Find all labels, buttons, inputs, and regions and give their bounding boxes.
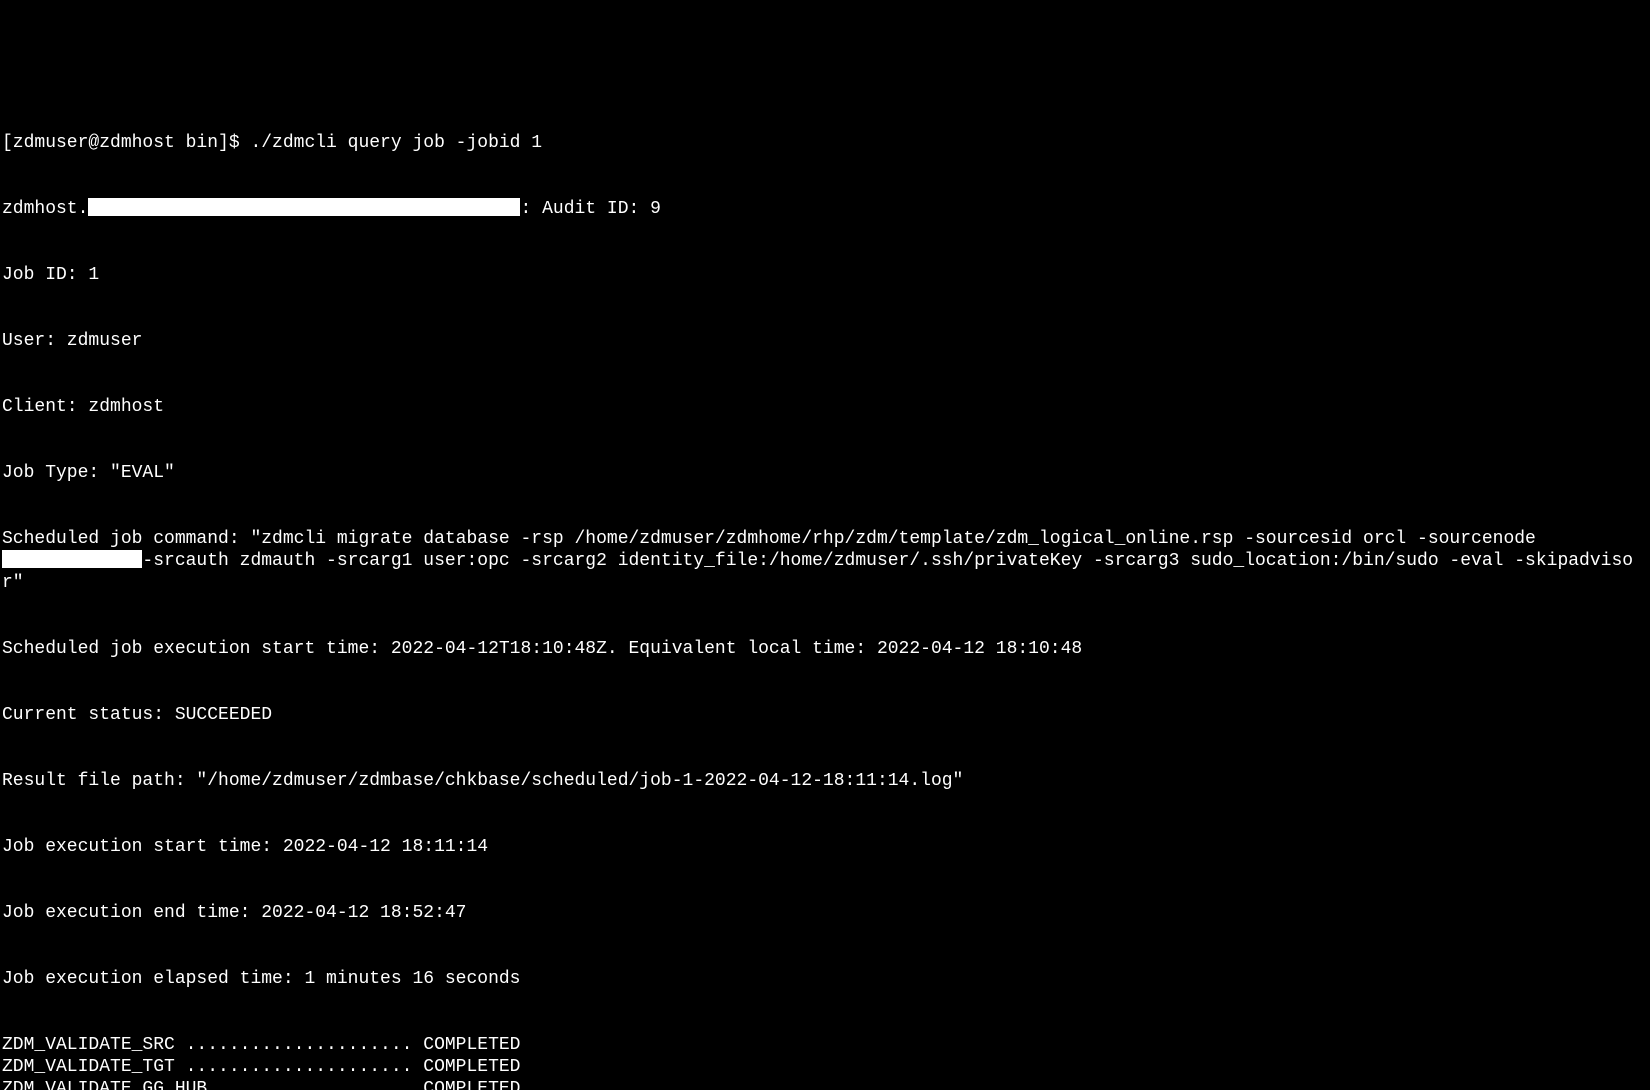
steps-list: ZDM_VALIDATE_SRC ..................... C… [2, 1034, 1648, 1090]
status-line: Current status: SUCCEEDED [2, 704, 1648, 726]
host-audit-line: zdmhost. : Audit ID: 9 [2, 198, 1648, 220]
scheduled-start-line: Scheduled job execution start time: 2022… [2, 638, 1648, 660]
redacted-sourcenode [2, 550, 142, 568]
exec-start-line: Job execution start time: 2022-04-12 18:… [2, 836, 1648, 858]
step-line: ZDM_VALIDATE_SRC ..................... C… [2, 1034, 1648, 1056]
audit-id: : Audit ID: 9 [520, 199, 660, 219]
job-type-line: Job Type: "EVAL" [2, 462, 1648, 484]
terminal-output: [zdmuser@zdmhost bin]$ ./zdmcli query jo… [2, 88, 1648, 1090]
scheduled-command-prefix: Scheduled job command: "zdmcli migrate d… [2, 529, 1547, 549]
scheduled-command-suffix: -srcauth zdmauth -srcarg1 user:opc -srca… [2, 551, 1633, 593]
client-line: Client: zdmhost [2, 396, 1648, 418]
step-line: ZDM_VALIDATE_GG_HUB .................. C… [2, 1078, 1648, 1090]
step-line: ZDM_VALIDATE_TGT ..................... C… [2, 1056, 1648, 1078]
command-line: [zdmuser@zdmhost bin]$ ./zdmcli query jo… [2, 132, 1648, 154]
job-id-line: Job ID: 1 [2, 264, 1648, 286]
exec-end-line: Job execution end time: 2022-04-12 18:52… [2, 902, 1648, 924]
host-prefix: zdmhost. [2, 199, 88, 219]
elapsed-line: Job execution elapsed time: 1 minutes 16… [2, 968, 1648, 990]
result-path-line: Result file path: "/home/zdmuser/zdmbase… [2, 770, 1648, 792]
user-line: User: zdmuser [2, 330, 1648, 352]
redacted-hostname [88, 198, 520, 216]
scheduled-command-line: Scheduled job command: "zdmcli migrate d… [2, 528, 1648, 594]
